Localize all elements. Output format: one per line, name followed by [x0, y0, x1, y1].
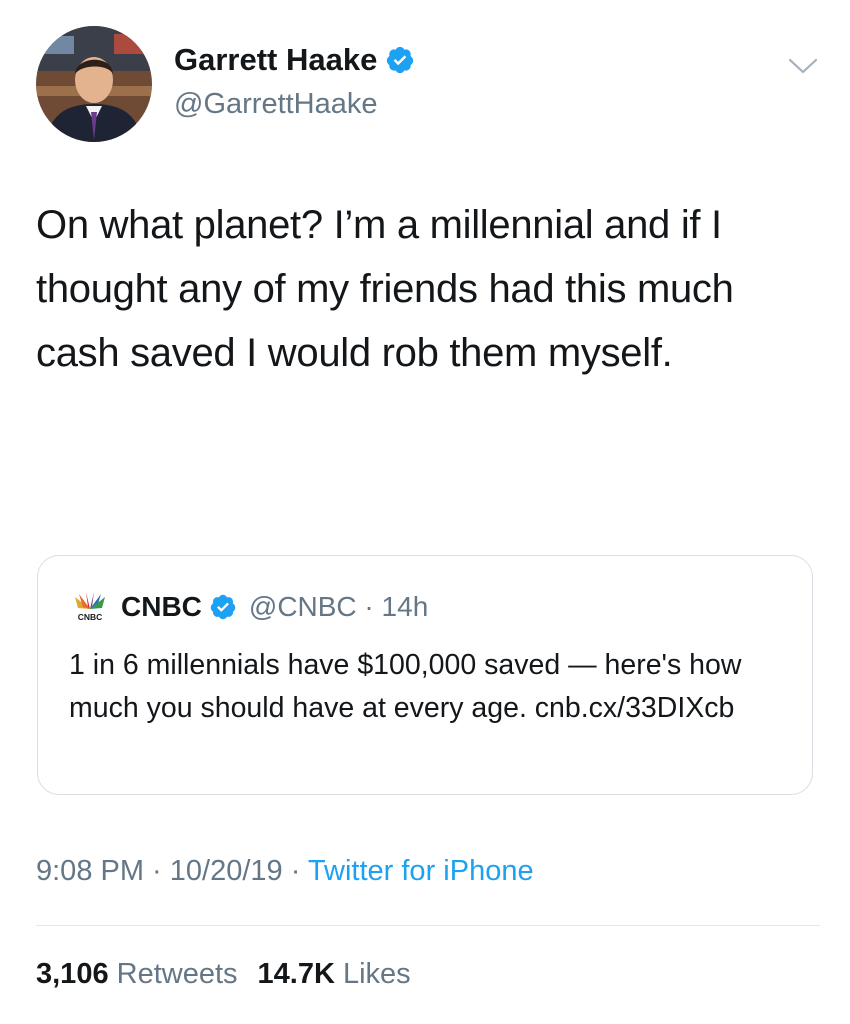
tweet-timestamp-row: 9:08 PM · 10/20/19 · Twitter for iPhone: [36, 855, 534, 888]
avatar-image: [36, 26, 152, 142]
tweet-time: 9:08 PM: [36, 855, 144, 887]
author-name[interactable]: Garrett Haake: [174, 42, 377, 78]
cnbc-peacock-logo: CNBC: [75, 592, 105, 622]
quoted-tweet-header: CNBC CNBC @CNBC · 14h: [69, 591, 428, 623]
tweet-date: 10/20/19: [169, 855, 283, 887]
quoted-author-name[interactable]: CNBC: [121, 591, 202, 623]
retweets-count: 3,106: [36, 958, 109, 990]
author-avatar[interactable]: [36, 26, 152, 142]
separator: ·: [356, 591, 382, 622]
verified-badge-icon: [210, 594, 236, 620]
likes-stat[interactable]: 14.7K Likes: [258, 958, 411, 990]
retweets-label: Retweets: [116, 958, 238, 990]
quoted-tweet-time: 14h: [381, 591, 429, 622]
verified-badge-icon: [387, 46, 414, 74]
separator: ·: [282, 855, 308, 887]
tweet-source-link[interactable]: Twitter for iPhone: [308, 855, 534, 887]
author-handle[interactable]: @GarrettHaake: [174, 88, 378, 121]
separator: ·: [144, 855, 170, 887]
quoted-author-handle[interactable]: @CNBC: [249, 591, 357, 623]
svg-text:CNBC: CNBC: [78, 612, 103, 622]
tweet-text: On what planet? I’m a millennial and if …: [36, 203, 734, 375]
retweets-stat[interactable]: 3,106 Retweets: [36, 958, 238, 990]
author-name-row[interactable]: Garrett Haake: [174, 42, 415, 78]
chevron-down-icon[interactable]: [786, 54, 820, 78]
divider: [36, 925, 820, 926]
quoted-tweet-card[interactable]: CNBC CNBC @CNBC · 14h 1 in 6 millennials…: [37, 555, 813, 795]
likes-count: 14.7K: [257, 958, 335, 990]
quoted-tweet-text: 1 in 6 millennials have $100,000 saved —…: [69, 649, 742, 724]
tweet-stats: 3,106 Retweets 14.7K Likes: [36, 958, 411, 991]
likes-label: Likes: [342, 958, 411, 990]
